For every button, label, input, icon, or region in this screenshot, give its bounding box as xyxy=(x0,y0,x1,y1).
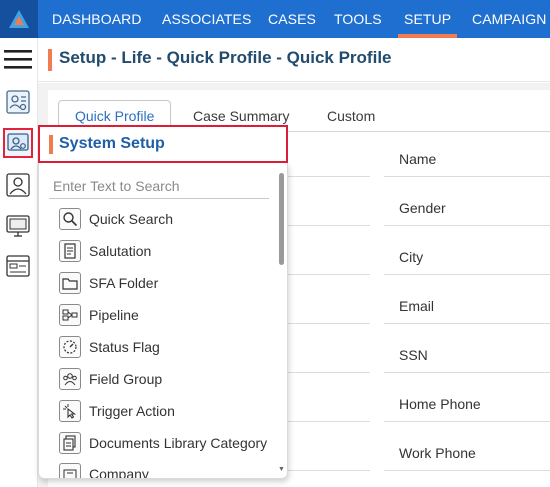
system-setup-title: System Setup xyxy=(59,135,165,152)
system-setup-header[interactable]: System Setup xyxy=(38,125,288,163)
settings-profile-icon xyxy=(6,90,30,114)
rail-monitor-button[interactable] xyxy=(3,211,33,241)
nav-dashboard[interactable]: DASHBOARD xyxy=(52,0,142,38)
menu-search-input[interactable] xyxy=(49,173,269,199)
field-left-row-2[interactable] xyxy=(288,190,370,226)
field-home-phone[interactable]: Home Phone xyxy=(384,386,550,422)
field-label-home-phone: Home Phone xyxy=(399,396,481,412)
pipeline-icon xyxy=(59,304,81,326)
magnifier-icon xyxy=(59,208,81,230)
nav-cases[interactable]: CASES xyxy=(268,0,316,38)
field-label-name: Name xyxy=(399,151,437,167)
field-left-row-5[interactable] xyxy=(288,337,370,373)
window-icon xyxy=(6,255,30,277)
page-title: Setup - Life - Quick Profile - Quick Pro… xyxy=(59,48,392,67)
menu-item-label: Pipeline xyxy=(89,307,139,323)
field-left-row-7[interactable] xyxy=(288,435,370,471)
app-logo[interactable] xyxy=(0,0,38,38)
page-header: Setup - Life - Quick Profile - Quick Pro… xyxy=(38,38,550,82)
nav-setup[interactable]: SETUP xyxy=(397,0,458,38)
rail-user-button[interactable] xyxy=(3,170,33,200)
field-gender[interactable]: Gender xyxy=(384,190,550,226)
menu-toggle-button[interactable] xyxy=(3,44,33,74)
nav-campaign[interactable]: CAMPAIGN xyxy=(472,0,546,38)
menu-scrollbar[interactable]: ▼ xyxy=(278,169,285,473)
field-email[interactable]: Email xyxy=(384,288,550,324)
hamburger-icon xyxy=(4,50,32,69)
pointer-click-icon xyxy=(59,400,81,422)
user-icon xyxy=(6,173,30,197)
menu-item-company[interactable]: Company xyxy=(59,461,149,479)
menu-item-quick-search[interactable]: Quick Search xyxy=(59,206,173,232)
system-setup-menu: Quick Search Salutation SFA Folder Pipel… xyxy=(38,163,288,479)
tab-case-summary[interactable]: Case Summary xyxy=(193,108,289,124)
field-left-row-3[interactable] xyxy=(288,239,370,275)
field-label-work-phone: Work Phone xyxy=(399,445,476,461)
menu-item-field-group[interactable]: Field Group xyxy=(59,366,162,392)
nav-associates[interactable]: ASSOCIATES xyxy=(162,0,251,38)
field-ssn[interactable]: SSN xyxy=(384,337,550,373)
rail-settings-profile-button[interactable] xyxy=(3,87,33,117)
company-icon xyxy=(59,463,81,478)
rail-window-button[interactable] xyxy=(3,251,33,281)
group-icon xyxy=(59,368,81,390)
top-nav-bar: DASHBOARD ASSOCIATES CASES TOOLS SETUP C… xyxy=(0,0,550,38)
menu-item-label: Field Group xyxy=(89,371,163,387)
menu-item-label: Status Flag xyxy=(89,339,160,355)
field-name[interactable]: Name xyxy=(384,141,550,177)
header-accent-bar xyxy=(48,49,52,71)
field-label-city: City xyxy=(399,249,424,265)
logo-icon xyxy=(9,10,29,28)
system-setup-accent-bar xyxy=(49,135,53,154)
status-dial-icon xyxy=(59,336,81,358)
system-setup-icon xyxy=(7,133,29,151)
menu-item-status-flag[interactable]: Status Flag xyxy=(59,334,160,360)
menu-item-sfa-folder[interactable]: SFA Folder xyxy=(59,270,158,296)
field-label-gender: Gender xyxy=(399,200,446,216)
field-left-row-4[interactable] xyxy=(288,288,370,324)
field-city[interactable]: City xyxy=(384,239,550,275)
monitor-icon xyxy=(6,215,30,237)
field-work-phone[interactable]: Work Phone xyxy=(384,435,550,471)
tab-custom[interactable]: Custom xyxy=(327,108,375,124)
folder-icon xyxy=(59,272,81,294)
nav-tools[interactable]: TOOLS xyxy=(334,0,382,38)
field-label-ssn: SSN xyxy=(399,347,428,363)
scroll-down-arrow-icon[interactable]: ▼ xyxy=(278,466,285,473)
menu-item-label: SFA Folder xyxy=(89,275,159,291)
menu-item-label: Company xyxy=(89,466,149,479)
menu-item-label: Trigger Action xyxy=(89,403,175,419)
field-left-row-1[interactable] xyxy=(288,141,370,177)
left-rail xyxy=(0,38,38,487)
menu-item-trigger-action[interactable]: Trigger Action xyxy=(59,398,175,424)
menu-item-label: Quick Search xyxy=(89,211,174,227)
menu-scrollbar-thumb[interactable] xyxy=(279,173,284,265)
field-left-row-6[interactable] xyxy=(288,386,370,422)
menu-item-label: Salutation xyxy=(89,243,152,259)
menu-item-label: Documents Library Category xyxy=(89,435,268,451)
menu-item-salutation[interactable]: Salutation xyxy=(59,238,151,264)
document-icon xyxy=(59,240,81,262)
field-label-email: Email xyxy=(399,298,435,314)
documents-icon xyxy=(59,432,81,454)
rail-system-setup-button[interactable] xyxy=(3,128,33,158)
menu-item-documents-library-category[interactable]: Documents Library Category xyxy=(59,430,267,456)
menu-item-pipeline[interactable]: Pipeline xyxy=(59,302,139,328)
